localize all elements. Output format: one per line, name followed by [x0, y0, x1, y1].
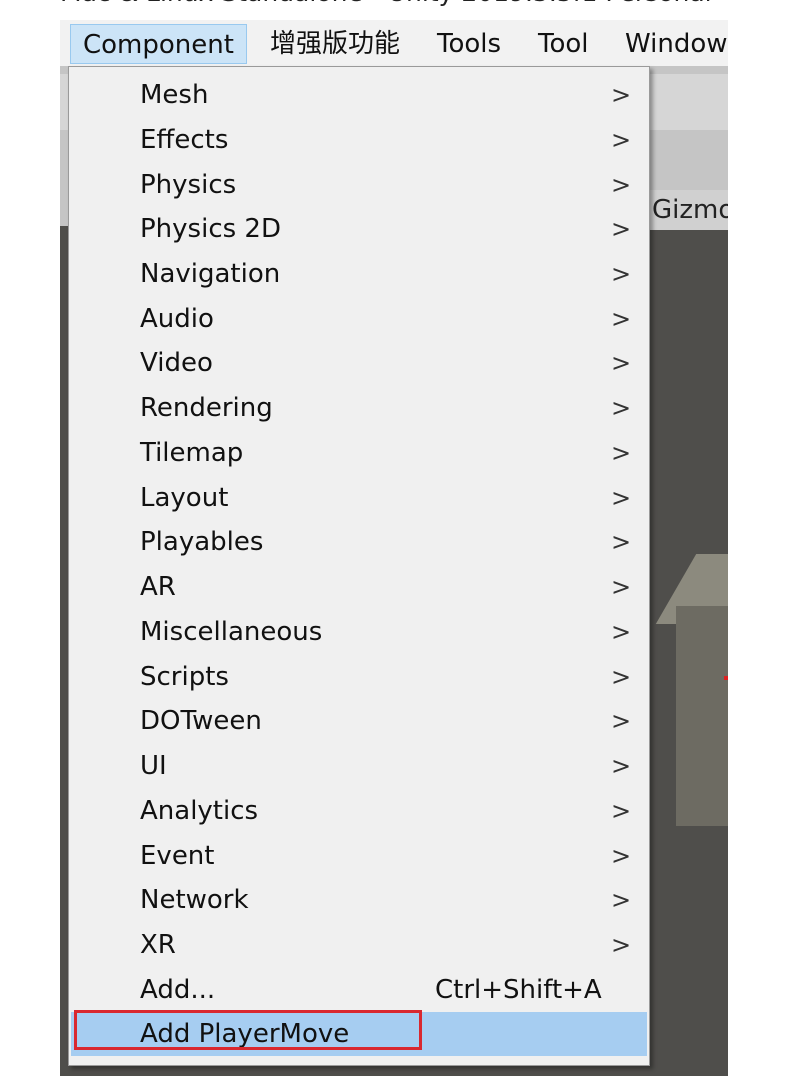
menu-item-navigation[interactable]: Navigation > [71, 252, 647, 296]
menu-item-ar[interactable]: AR > [71, 565, 647, 609]
menu-item-xr[interactable]: XR > [71, 923, 647, 967]
menu-item-dotween[interactable]: DOTween > [71, 699, 647, 743]
menu-tool[interactable]: Tool [538, 24, 589, 64]
submenu-arrow-icon: > [611, 305, 632, 333]
submenu-arrow-icon: > [611, 707, 632, 735]
menu-item-add-playermove[interactable]: Add PlayerMove [71, 1012, 647, 1056]
menu-item-playables[interactable]: Playables > [71, 520, 647, 564]
menu-item-scripts[interactable]: Scripts > [71, 655, 647, 699]
menu-item-label: Physics 2D [140, 214, 281, 244]
menu-item-mesh[interactable]: Mesh > [71, 73, 647, 117]
menu-item-miscellaneous[interactable]: Miscellaneous > [71, 610, 647, 654]
submenu-arrow-icon: > [611, 886, 632, 914]
menu-item-rendering[interactable]: Rendering > [71, 386, 647, 430]
gizmos-button[interactable]: Gizmos [646, 190, 728, 230]
menu-item-event[interactable]: Event > [71, 834, 647, 878]
menu-tools[interactable]: Tools [437, 24, 501, 64]
menu-item-tilemap[interactable]: Tilemap > [71, 431, 647, 475]
menu-bar: Component 增强版功能 Tools Tool Window [60, 20, 728, 66]
submenu-arrow-icon: > [611, 484, 632, 512]
menu-item-label: Event [140, 841, 215, 871]
menu-item-label: Scripts [140, 662, 229, 692]
menu-window[interactable]: Window [625, 24, 728, 64]
submenu-arrow-icon: > [611, 797, 632, 825]
submenu-arrow-icon: > [611, 573, 632, 601]
window-title: Mac & Linux Standalone - Unity 2019.3.5f… [60, 0, 728, 8]
submenu-arrow-icon: > [611, 260, 632, 288]
menu-item-label: Add... [140, 975, 216, 1005]
submenu-arrow-icon: > [611, 349, 632, 377]
submenu-arrow-icon: > [611, 171, 632, 199]
menu-item-label: Miscellaneous [140, 617, 323, 647]
menu-item-label: Tilemap [140, 438, 244, 468]
component-dropdown-menu: Mesh > Effects > Physics > Physics 2D > … [68, 66, 650, 1066]
gizmo-marker [724, 676, 728, 680]
menu-item-video[interactable]: Video > [71, 341, 647, 385]
menu-item-label: Network [140, 885, 249, 915]
menu-item-label: Analytics [140, 796, 259, 826]
menu-item-shortcut: Ctrl+Shift+A [435, 975, 602, 1005]
menu-item-label: Physics [140, 170, 237, 200]
menu-item-effects[interactable]: Effects > [71, 118, 647, 162]
menu-item-label: XR [140, 930, 176, 960]
menu-item-label: AR [140, 572, 176, 602]
submenu-arrow-icon: > [611, 81, 632, 109]
submenu-arrow-icon: > [611, 126, 632, 154]
menu-item-label: Navigation [140, 259, 281, 289]
menu-item-analytics[interactable]: Analytics > [71, 789, 647, 833]
menu-item-layout[interactable]: Layout > [71, 476, 647, 520]
menu-item-add[interactable]: Add... Ctrl+Shift+A [71, 968, 647, 1012]
menu-item-audio[interactable]: Audio > [71, 297, 647, 341]
submenu-arrow-icon: > [611, 215, 632, 243]
menu-item-label: Effects [140, 125, 229, 155]
submenu-arrow-icon: > [611, 528, 632, 556]
submenu-arrow-icon: > [611, 663, 632, 691]
submenu-arrow-icon: > [611, 394, 632, 422]
submenu-arrow-icon: > [611, 618, 632, 646]
menu-item-label: Playables [140, 527, 264, 557]
menu-item-label: UI [140, 751, 167, 781]
menu-item-ui[interactable]: UI > [71, 744, 647, 788]
menu-item-label: Add PlayerMove [140, 1019, 350, 1049]
menu-component[interactable]: Component [70, 24, 247, 64]
menu-item-physics-2d[interactable]: Physics 2D > [71, 207, 647, 251]
cube-object-side [676, 606, 728, 826]
menu-item-network[interactable]: Network > [71, 878, 647, 922]
submenu-arrow-icon: > [611, 439, 632, 467]
menu-item-physics[interactable]: Physics > [71, 163, 647, 207]
menu-item-label: Video [140, 348, 213, 378]
submenu-arrow-icon: > [611, 931, 632, 959]
submenu-arrow-icon: > [611, 752, 632, 780]
menu-item-label: DOTween [140, 706, 262, 736]
menu-item-label: Audio [140, 304, 214, 334]
menu-item-label: Rendering [140, 393, 273, 423]
menu-item-label: Layout [140, 483, 229, 513]
submenu-arrow-icon: > [611, 842, 632, 870]
menu-item-label: Mesh [140, 80, 209, 110]
menu-enhanced-features[interactable]: 增强版功能 [270, 24, 400, 64]
